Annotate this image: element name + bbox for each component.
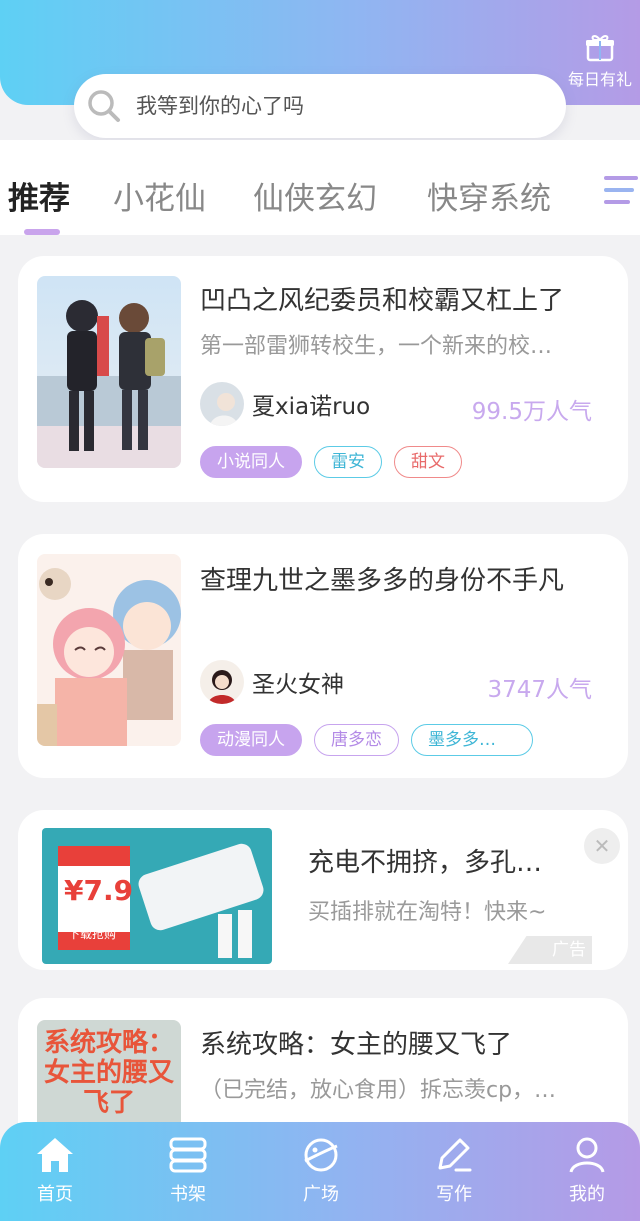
book-tag[interactable]: 动漫同人 [200,724,302,756]
book-tag[interactable]: 雷安 [314,446,382,478]
book-tag[interactable]: 唐多恋 [314,724,399,756]
author-avatar[interactable] [200,382,244,426]
tab-recommend[interactable]: 推荐 [8,173,70,218]
nav-label: 写作 [436,1184,472,1205]
active-tab-indicator [24,229,60,235]
category-tabs: 推荐 小花仙 仙侠玄幻 快穿系统 [0,140,640,235]
category-menu-icon[interactable] [600,170,640,210]
ad-cta: 下载抢购 [68,927,117,941]
nav-label: 广场 [303,1184,339,1205]
nav-label: 我的 [569,1184,605,1205]
book-cover[interactable] [37,554,181,746]
nav-write[interactable]: 写作 [399,1136,509,1206]
book-tag[interactable]: 小说同人 [200,446,302,478]
author-info[interactable]: 夏xia诺ruo [200,382,370,426]
book-title[interactable]: 系统攻略：女主的腰又飞了 [200,1024,610,1061]
ad-badge: 广告 [508,936,592,964]
search-input[interactable] [136,94,516,118]
tab-xiaohuaxian[interactable]: 小花仙 [113,173,206,218]
author-name: 圣火女神 [252,672,344,698]
nav-label: 首页 [37,1184,73,1205]
author-avatar[interactable] [200,660,244,704]
tab-kuaichuan[interactable]: 快穿系统 [427,173,551,218]
pen-icon [438,1138,472,1172]
book-title[interactable]: 查理九世之墨多多的身份不手凡 [200,560,610,597]
nav-home[interactable]: 首页 [0,1136,110,1206]
ad-close-button[interactable]: ✕ [584,828,620,864]
ad-description: 买插排就在淘特！快来~ [308,900,547,925]
nav-profile[interactable]: 我的 [532,1136,640,1206]
planet-icon [304,1138,338,1172]
nav-bookshelf[interactable]: 书架 [133,1136,243,1206]
ad-title[interactable]: 充电不拥挤，多孔… [308,842,542,879]
book-description: （已完结，放心食用）拆忘羡cp，… [200,1078,557,1103]
book-description: 第一部雷狮转校生，一个新来的校… [200,334,553,359]
ad-card[interactable]: ¥7.9 下载抢购 充电不拥挤，多孔… 买插排就在淘特！快来~ ✕ 广告 [18,810,628,970]
search-icon [88,90,120,122]
book-cover[interactable] [37,276,181,468]
book-card[interactable]: 凹凸之风纪委员和校霸又杠上了 第一部雷狮转校生，一个新来的校… 夏xia诺ruo… [18,256,628,502]
gift-label: 每日有礼 [567,70,632,89]
book-title[interactable]: 凹凸之风纪委员和校霸又杠上了 [200,280,610,317]
nav-square[interactable]: 广场 [266,1136,376,1206]
nav-label: 书架 [170,1184,206,1205]
bookshelf-icon [169,1137,207,1173]
home-icon [37,1138,73,1172]
book-tag[interactable]: 甜文 [394,446,462,478]
tab-xianxia[interactable]: 仙侠玄幻 [253,173,377,218]
popularity-count: 3747人气 [487,677,592,703]
book-tags: 小说同人 雷安 甜文 [200,446,462,478]
ad-price: ¥7.9 [64,874,134,907]
user-icon [569,1137,605,1173]
popularity-count: 99.5万人气 [471,399,592,425]
daily-gift-button[interactable]: 每日有礼 [566,34,634,90]
book-tags: 动漫同人 唐多恋 墨多多… [200,724,533,756]
search-bar[interactable] [74,74,566,138]
gift-icon [586,35,614,62]
book-tag[interactable]: 墨多多… [411,724,533,756]
author-info[interactable]: 圣火女神 [200,660,344,704]
author-name: 夏xia诺ruo [252,394,371,420]
bottom-navigation: 首页 书架 广场 写作 我的 [0,1122,640,1221]
book-card[interactable]: 查理九世之墨多多的身份不手凡 圣火女神 3747人气 动漫同人 唐多恋 墨多多… [18,534,628,778]
